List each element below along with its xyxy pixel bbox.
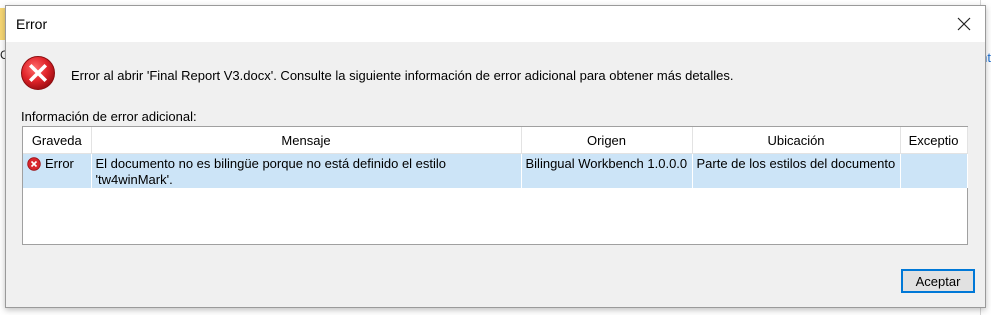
cell-location: Parte de los estilos del documento	[692, 153, 901, 188]
column-header-exception[interactable]: Exceptio	[900, 127, 968, 154]
cell-exception	[900, 153, 968, 188]
table-header-row: Graveda Mensaje Origen Ubicación Excepti…	[23, 127, 968, 154]
message-area: Error al abrir 'Final Report V3.docx'. C…	[6, 42, 985, 102]
additional-info-label: Información de error adicional:	[21, 109, 197, 124]
error-message: Error al abrir 'Final Report V3.docx'. C…	[71, 68, 734, 83]
error-dialog: Error Error al abrir 'Final Report V3.do…	[5, 5, 986, 308]
table-row[interactable]: Error El documento no es bilingüe porque…	[23, 153, 968, 188]
cell-message: El documento no es bilingüe porque no es…	[91, 153, 522, 188]
dialog-title: Error	[16, 16, 48, 32]
error-icon	[21, 56, 55, 90]
severity-text: Error	[45, 156, 74, 171]
dialog-titlebar: Error	[6, 6, 985, 42]
close-icon	[957, 17, 971, 31]
error-details-table: Graveda Mensaje Origen Ubicación Excepti…	[22, 126, 968, 245]
cell-severity: Error	[23, 153, 92, 188]
column-header-message[interactable]: Mensaje	[91, 127, 522, 154]
column-header-origin[interactable]: Origen	[521, 127, 693, 154]
column-header-severity[interactable]: Graveda	[23, 127, 92, 154]
cell-origin: Bilingual Workbench 1.0.0.0	[521, 153, 693, 188]
accept-button[interactable]: Aceptar	[901, 269, 975, 293]
column-header-location[interactable]: Ubicación	[692, 127, 901, 154]
close-button[interactable]	[951, 12, 977, 36]
error-icon	[27, 157, 41, 171]
